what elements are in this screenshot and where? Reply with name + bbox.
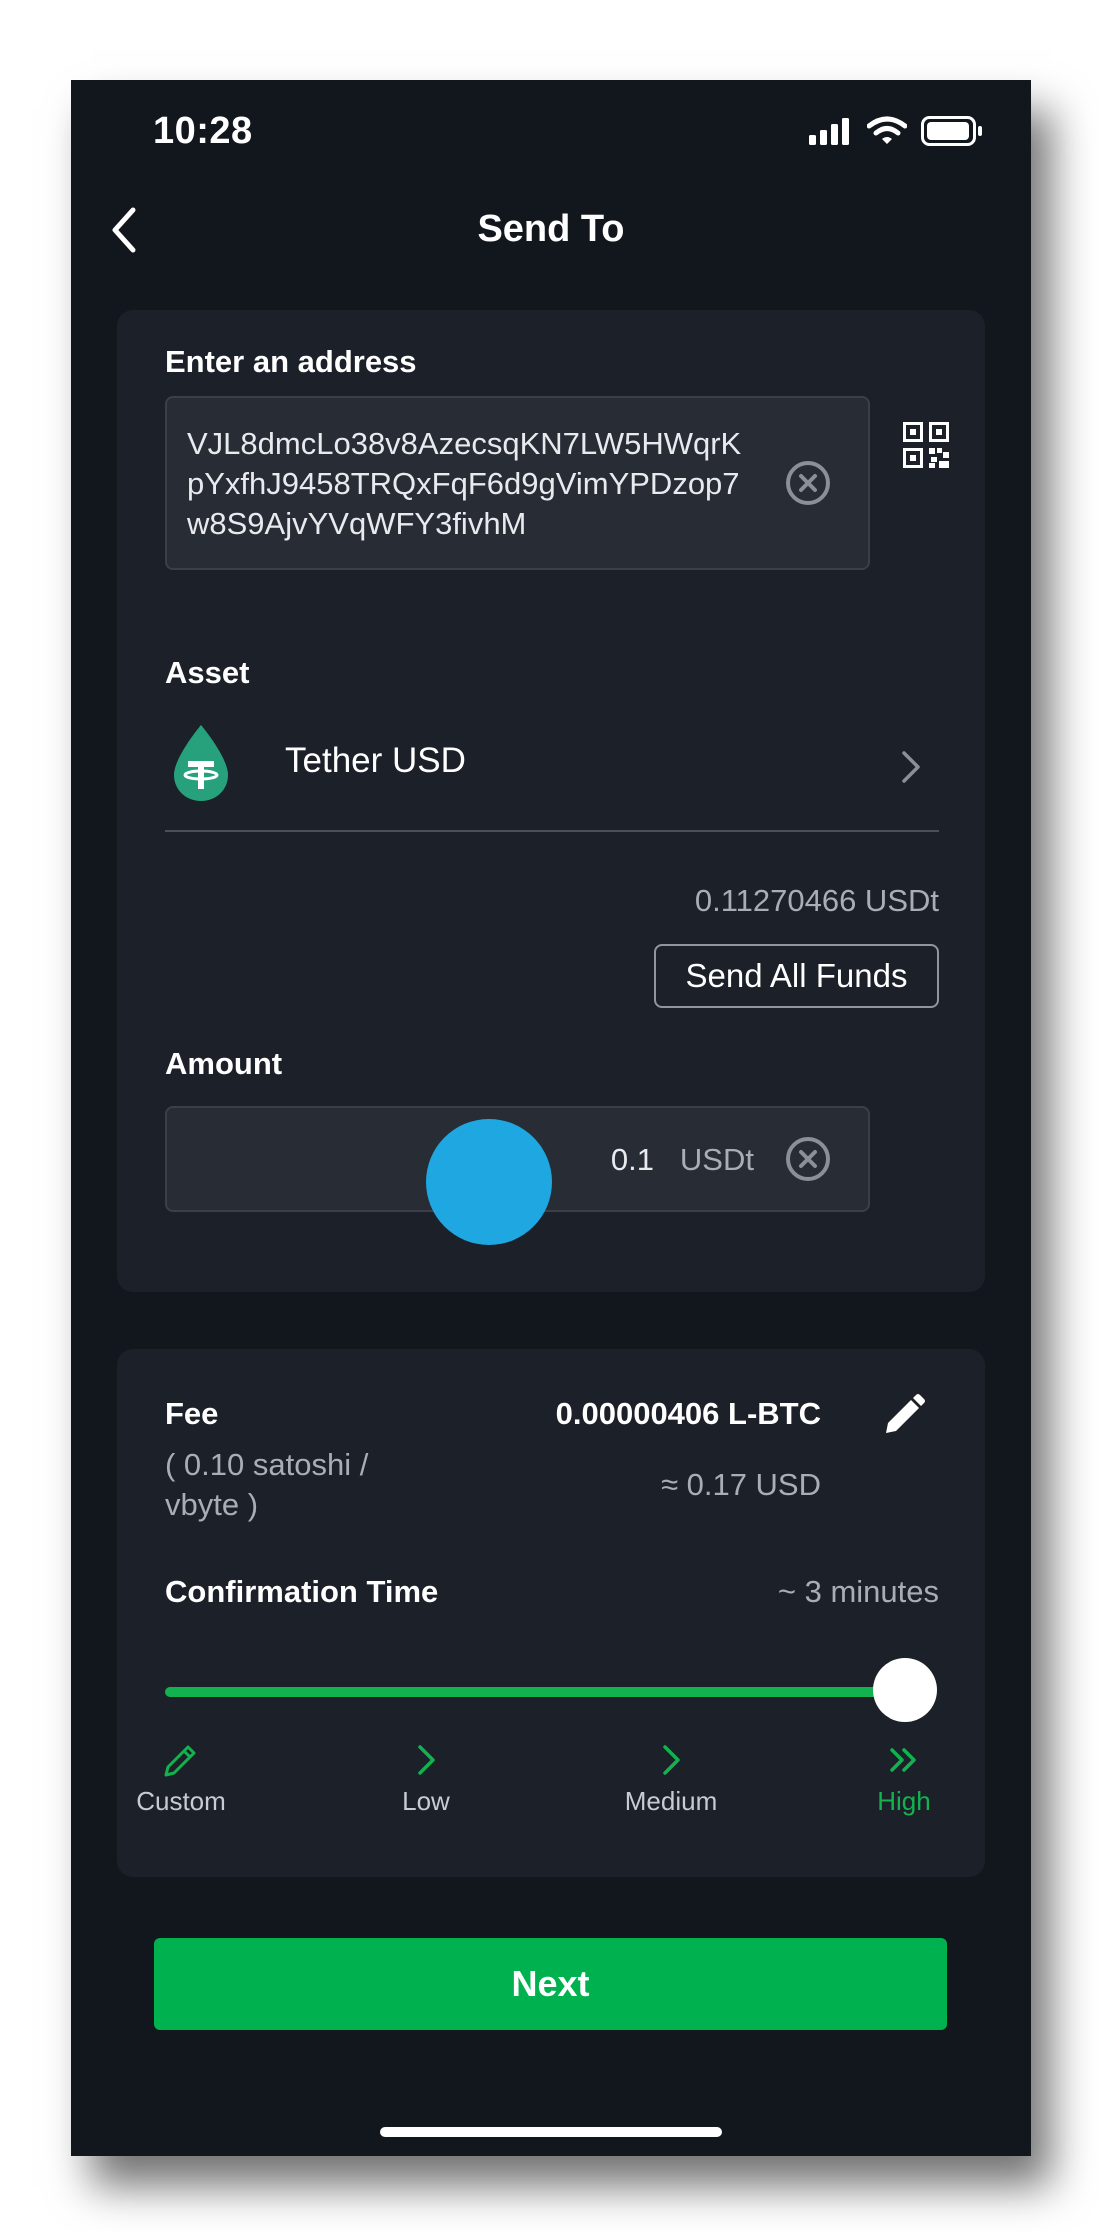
status-time: 10:28 xyxy=(153,110,253,152)
address-value[interactable]: VJL8dmcLo38v8AzecsqKN7LW5HWqrKpYxfhJ9458… xyxy=(187,424,747,544)
tether-icon xyxy=(174,725,228,801)
touch-indicator xyxy=(426,1119,552,1245)
option-label: High xyxy=(877,1786,931,1816)
fee-slider-thumb[interactable] xyxy=(873,1658,937,1722)
option-custom[interactable]: Custom xyxy=(106,1740,256,1817)
option-medium[interactable]: Medium xyxy=(596,1740,746,1817)
address-label: Enter an address xyxy=(165,344,417,379)
qr-code-icon[interactable] xyxy=(903,422,949,468)
clear-address-icon[interactable] xyxy=(784,459,832,507)
address-input[interactable]: VJL8dmcLo38v8AzecsqKN7LW5HWqrKpYxfhJ9458… xyxy=(165,396,870,570)
confirmation-estimate: ~ 3 minutes xyxy=(777,1574,939,1609)
phone-screen: 10:28 Send To Enter an address VJL8dmcLo… xyxy=(71,80,1031,2156)
clear-amount-icon[interactable] xyxy=(784,1135,832,1183)
chevron-right-icon xyxy=(663,1745,680,1775)
asset-selector[interactable] xyxy=(165,708,939,816)
option-label: Custom xyxy=(136,1786,226,1816)
page-title: Send To xyxy=(477,208,625,250)
fee-slider-track[interactable] xyxy=(165,1687,909,1697)
home-indicator[interactable] xyxy=(380,2127,722,2137)
send-all-funds-button[interactable]: Send All Funds xyxy=(654,944,939,1008)
asset-name[interactable]: Tether USD xyxy=(285,741,466,781)
option-low[interactable]: Low xyxy=(351,1740,501,1817)
fee-rate: ( 0.10 satoshi / vbyte ) xyxy=(165,1447,369,1522)
next-button[interactable]: Next xyxy=(154,1938,947,2030)
amount-unit: USDt xyxy=(679,1142,754,1177)
asset-label: Asset xyxy=(165,655,250,690)
fee-usd: ≈ 0.17 USD xyxy=(660,1467,821,1502)
asset-balance: 0.11270466 USDt xyxy=(694,883,939,918)
fee-label: Fee xyxy=(165,1396,219,1431)
status-icons xyxy=(809,114,983,148)
battery-icon xyxy=(921,116,982,146)
option-high[interactable]: High xyxy=(829,1740,979,1817)
asset-divider xyxy=(165,830,939,832)
double-chevron-right-icon xyxy=(890,1748,916,1772)
option-label: Medium xyxy=(624,1786,718,1816)
wifi-icon xyxy=(867,116,907,144)
pencil-icon xyxy=(164,1745,196,1777)
fee-amount: 0.00000406 L-BTC xyxy=(555,1396,821,1431)
option-label: Low xyxy=(402,1786,450,1816)
amount-value[interactable]: 0.1 xyxy=(611,1142,654,1178)
amount-label: Amount xyxy=(165,1046,283,1081)
chevron-right-icon[interactable] xyxy=(899,748,923,786)
signal-icon xyxy=(809,118,849,145)
pencil-icon[interactable] xyxy=(880,1393,926,1439)
confirmation-label: Confirmation Time xyxy=(165,1574,439,1609)
chevron-right-icon xyxy=(418,1745,435,1775)
